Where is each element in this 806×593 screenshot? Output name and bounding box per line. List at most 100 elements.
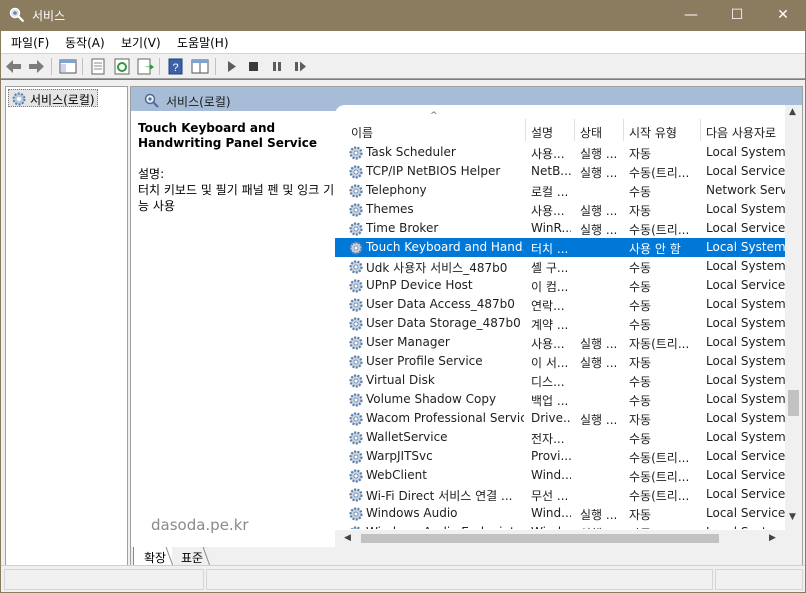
service-row[interactable]: User Profile Service 이 서... 실행 ... 자동 Local … xyxy=(335,352,785,371)
service-row[interactable]: Wi-Fi Direct 서비스 연결 ... 무선 ... 수동(트리... Loc… xyxy=(335,485,785,504)
description-pane: Touch Keyboard and Handwriting Panel Ser… xyxy=(138,121,338,214)
start-icon[interactable] xyxy=(221,57,241,76)
close-button[interactable]: ✕ xyxy=(760,0,806,31)
stop-icon[interactable] xyxy=(244,57,264,76)
service-status: 실행 ... xyxy=(580,166,618,180)
column-name[interactable]: 이름 xyxy=(351,124,373,141)
service-description: 백업 ... xyxy=(531,394,569,408)
maximize-button[interactable]: ☐ xyxy=(714,0,760,31)
vertical-scroll-thumb[interactable] xyxy=(788,390,799,416)
service-row[interactable]: User Manager 사용... 실행 ... 자동(트리... Local Sys… xyxy=(335,333,785,352)
services-gear-icon xyxy=(12,92,26,106)
properties-icon[interactable] xyxy=(88,57,108,76)
service-row[interactable]: User Data Access_487b0 연락... 수동 Local Syste… xyxy=(335,295,785,314)
minimize-button[interactable]: — xyxy=(668,0,714,31)
service-row[interactable]: Windows Audio Endpoint ... Wind... 실행 ...자… xyxy=(335,523,785,529)
service-row[interactable]: Task Scheduler 사용... 실행 ... 자동 Local System xyxy=(335,143,785,162)
service-row[interactable]: Virtual Disk 디스... 수동 Local System xyxy=(335,371,785,390)
service-startup-type: 수동 xyxy=(629,280,652,294)
forward-icon[interactable] xyxy=(26,57,46,76)
scroll-right-icon[interactable]: ▶ xyxy=(769,533,776,543)
service-logon-as: Local System xyxy=(706,354,785,368)
service-startup-type: 수동 xyxy=(629,375,652,389)
service-row[interactable]: WalletService 전자... 수동 Local System xyxy=(335,428,785,447)
column-logon-as[interactable]: 다음 사용자로 xyxy=(706,124,776,141)
service-startup-type: 수동 xyxy=(629,185,652,199)
tree-item-label: 서비스(로컬) xyxy=(30,93,95,107)
service-row[interactable]: Touch Keyboard and Hand... 터치 ... 사용 안 함 Lo… xyxy=(335,238,785,257)
service-startup-type: 수동(트리... xyxy=(629,223,690,237)
service-logon-as: Local Service xyxy=(706,506,785,520)
selected-service-name: Touch Keyboard and Handwriting Panel Ser… xyxy=(138,121,317,150)
services-panel: 서비스(로컬) Touch Keyboard and Handwriting P… xyxy=(130,86,803,566)
scroll-left-icon[interactable]: ◀ xyxy=(344,533,351,543)
service-startup-type: 수동 xyxy=(629,299,652,313)
horizontal-scrollbar[interactable]: ◀ ▶ xyxy=(335,530,785,547)
tree-item-services-local[interactable]: 서비스(로컬) xyxy=(8,89,98,107)
service-description: 디스... xyxy=(531,375,565,389)
service-logon-as: Local System xyxy=(706,316,785,330)
restart-icon[interactable] xyxy=(290,57,310,76)
service-row[interactable]: Themes 사용... 실행 ... 자동 Local System xyxy=(335,200,785,219)
service-status: 실행 ... xyxy=(580,508,618,522)
column-description[interactable]: 설명 xyxy=(531,124,553,141)
service-startup-type: 수동(트리... xyxy=(629,166,690,180)
scroll-down-icon[interactable]: ▼ xyxy=(789,512,796,522)
service-description: 이 서... xyxy=(531,356,569,370)
vertical-scrollbar[interactable]: ▲ ▼ xyxy=(785,105,802,530)
column-status[interactable]: 상태 xyxy=(580,124,602,141)
service-description: 이 컴... xyxy=(531,280,569,294)
service-row[interactable]: UPnP Device Host 이 컴... 수동 Local Service xyxy=(335,276,785,295)
service-row[interactable]: Udk 사용자 서비스_487b0 셸 구... 수동 Local System xyxy=(335,257,785,276)
pause-icon[interactable] xyxy=(267,57,287,76)
service-row[interactable]: Time Broker WinR... 실행 ... 수동(트리... Local Se… xyxy=(335,219,785,238)
menu-view[interactable]: 보기(V) xyxy=(121,34,161,51)
service-name: WalletService xyxy=(366,430,448,444)
service-logon-as: Local Service xyxy=(706,487,785,501)
service-name: Udk 사용자 서비스_487b0 xyxy=(366,261,508,275)
services-rows: Task Scheduler 사용... 실행 ... 자동 Local System T… xyxy=(335,143,785,529)
service-row[interactable]: Telephony 로컬 ... 수동 Network Service xyxy=(335,181,785,200)
menu-help[interactable]: 도움말(H) xyxy=(177,34,229,51)
service-description: 사용... xyxy=(531,147,565,161)
service-row[interactable]: WebClient Wind... 수동(트리... Local Service xyxy=(335,466,785,485)
service-logon-as: Local System xyxy=(706,373,785,387)
service-row[interactable]: Wacom Professional Service Drive... 실행 ...… xyxy=(335,409,785,428)
view-icon[interactable] xyxy=(190,57,210,76)
service-name: Time Broker xyxy=(366,221,439,235)
column-header: ^ 이름 설명 상태 시작 유형 다음 사용자로 xyxy=(335,105,785,143)
service-row[interactable]: Windows Audio Wind... 실행 ... 자동 Local Servic… xyxy=(335,504,785,523)
service-description: 로컬 ... xyxy=(531,185,569,199)
service-row[interactable]: WarpJITSvc Provi... 수동(트리... Local Service xyxy=(335,447,785,466)
scroll-up-icon[interactable]: ▲ xyxy=(789,107,796,117)
service-status: 실행 ... xyxy=(580,147,618,161)
services-app-icon xyxy=(9,7,25,23)
service-startup-type: 자동 xyxy=(629,525,705,529)
service-name: Task Scheduler xyxy=(366,145,456,159)
toolbar: ? xyxy=(1,53,805,79)
services-list: ^ 이름 설명 상태 시작 유형 다음 사용자로 Task Scheduler 사… xyxy=(335,105,802,547)
column-startup-type[interactable]: 시작 유형 xyxy=(629,124,677,141)
help-icon[interactable]: ? xyxy=(166,57,186,76)
service-row[interactable]: TCP/IP NetBIOS Helper NetB... 실행 ... 수동(트리.… xyxy=(335,162,785,181)
service-description: 무선 ... xyxy=(531,489,569,503)
service-logon-as: Local System xyxy=(706,430,785,444)
description-text: 터치 키보드 및 필기 패널 펜 및 잉크 기능 사용 xyxy=(138,183,335,213)
service-row[interactable]: Volume Shadow Copy 백업 ... 수동 Local System xyxy=(335,390,785,409)
refresh-icon[interactable] xyxy=(112,57,132,76)
service-name: User Data Storage_487b0 xyxy=(366,316,521,330)
service-row[interactable]: User Data Storage_487b0 계약 ... 수동 Local Sys… xyxy=(335,314,785,333)
service-logon-as: Local Service xyxy=(706,468,785,482)
service-startup-type: 자동(트리... xyxy=(629,337,690,351)
horizontal-scroll-thumb[interactable] xyxy=(361,534,719,543)
export-icon[interactable] xyxy=(135,57,155,76)
workspace: 서비스(로컬) 서비스(로컬) Touch Keyboard and Handw… xyxy=(1,80,805,566)
status-cell xyxy=(715,569,803,590)
menu-file[interactable]: 파일(F) xyxy=(11,34,49,51)
back-icon[interactable] xyxy=(4,57,24,76)
service-description: 사용... xyxy=(531,337,565,351)
service-name: TCP/IP NetBIOS Helper xyxy=(366,164,501,178)
show-tree-icon[interactable] xyxy=(58,57,78,76)
menu-action[interactable]: 동작(A) xyxy=(65,34,105,51)
service-logon-as: Local Service xyxy=(706,278,785,292)
